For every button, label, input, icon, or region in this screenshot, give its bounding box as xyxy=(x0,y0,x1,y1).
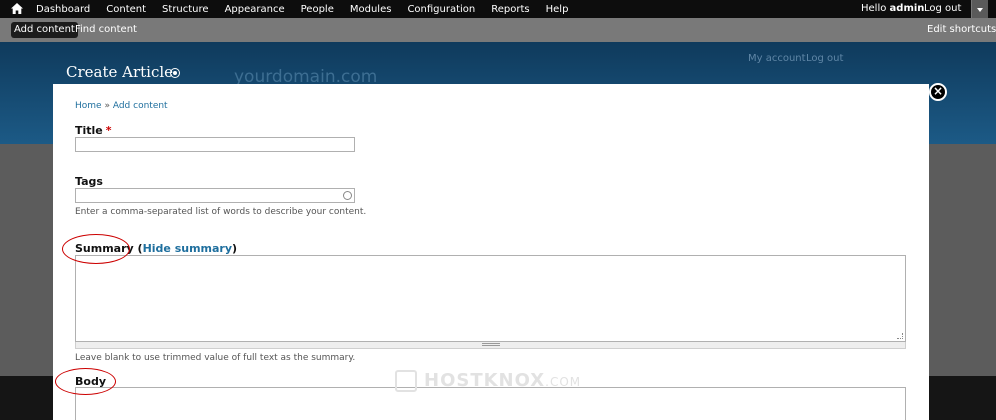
summary-close-paren: ) xyxy=(232,242,238,255)
summary-highlight-ring xyxy=(62,234,130,264)
chevron-down-icon xyxy=(977,8,983,12)
watermark: HOSTKNOX.COM xyxy=(424,370,581,391)
watermark-brand: HOSTKNOX xyxy=(424,370,546,391)
tags-description: Enter a comma-separated list of words to… xyxy=(75,207,367,217)
breadcrumb-separator: » xyxy=(104,101,110,111)
body-textarea[interactable] xyxy=(75,387,906,420)
username[interactable]: admin xyxy=(890,3,925,14)
menu-item-reports[interactable]: Reports xyxy=(491,4,529,15)
hide-summary-link[interactable]: Hide summary xyxy=(143,242,232,255)
watermark-logo-icon xyxy=(395,370,417,392)
grip-handle-icon xyxy=(482,343,500,346)
shortcut-add-content[interactable]: Add content xyxy=(11,22,78,38)
body-highlight-ring xyxy=(55,368,116,395)
admin-menu: Dashboard Content Structure Appearance P… xyxy=(36,0,584,18)
required-marker: * xyxy=(105,124,112,137)
add-shortcut-icon[interactable] xyxy=(170,68,180,78)
close-icon[interactable]: × xyxy=(929,83,947,101)
shortcuts-bar: Add content Find content Edit shortcuts xyxy=(0,18,996,42)
menu-item-dashboard[interactable]: Dashboard xyxy=(36,4,90,15)
watermark-suffix: .COM xyxy=(545,375,582,389)
menu-item-structure[interactable]: Structure xyxy=(162,4,209,15)
resize-corner-icon xyxy=(897,333,903,339)
menu-item-help[interactable]: Help xyxy=(546,4,569,15)
menu-item-content[interactable]: Content xyxy=(106,4,146,15)
breadcrumb: Home » Add content xyxy=(75,101,168,111)
tags-input[interactable] xyxy=(75,188,355,203)
my-account-link[interactable]: My account xyxy=(748,53,806,64)
summary-open-paren: ( xyxy=(133,242,143,255)
summary-resize-grip[interactable] xyxy=(75,342,906,349)
title-label: Title * xyxy=(75,124,112,137)
summary-description: Leave blank to use trimmed value of full… xyxy=(75,353,356,363)
autocomplete-icon xyxy=(343,191,352,200)
user-greeting: Hello admin xyxy=(861,0,924,18)
breadcrumb-add-content[interactable]: Add content xyxy=(113,101,168,111)
header-logout-link[interactable]: Log out xyxy=(806,53,843,64)
edit-shortcuts-link[interactable]: Edit shortcuts xyxy=(927,22,996,38)
tags-label: Tags xyxy=(75,175,103,188)
summary-textarea[interactable] xyxy=(75,255,906,342)
menu-item-configuration[interactable]: Configuration xyxy=(407,4,475,15)
page-title: Create Article xyxy=(66,63,174,81)
title-label-text: Title xyxy=(75,124,103,137)
menu-item-appearance[interactable]: Appearance xyxy=(225,4,285,15)
menu-item-modules[interactable]: Modules xyxy=(350,4,392,15)
hello-text: Hello xyxy=(861,3,890,14)
admin-toolbar: Dashboard Content Structure Appearance P… xyxy=(0,0,996,18)
menu-item-people[interactable]: People xyxy=(301,4,334,15)
shortcut-find-content[interactable]: Find content xyxy=(72,22,140,38)
shortcuts-toggle-button[interactable] xyxy=(971,0,988,18)
toolbar-logout-link[interactable]: Log out xyxy=(924,0,961,18)
title-input[interactable] xyxy=(75,137,355,152)
home-icon[interactable] xyxy=(11,3,23,14)
breadcrumb-home[interactable]: Home xyxy=(75,101,102,111)
